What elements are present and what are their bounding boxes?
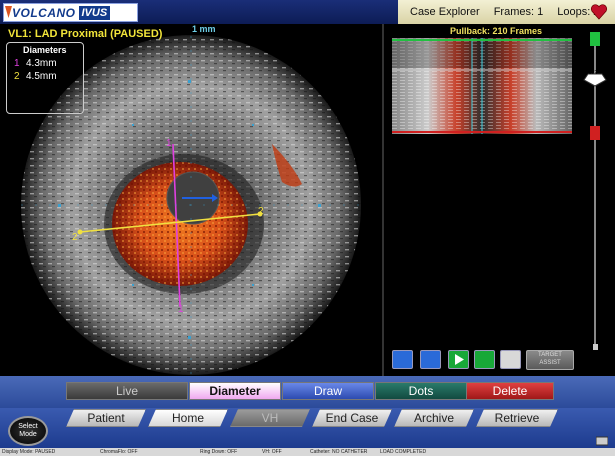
pullback-title: Pullback: 210 Frames — [450, 26, 543, 36]
book-icon[interactable] — [420, 350, 441, 369]
bookmark-icon[interactable] — [392, 350, 413, 369]
case-explorer-link[interactable]: Case Explorer — [410, 6, 480, 18]
diameter-index: 2 — [14, 71, 20, 82]
end-marker-icon[interactable] — [590, 126, 600, 140]
scale-label: 1 mm — [192, 24, 216, 34]
caliper-1-label-bottom: 1 — [178, 304, 184, 315]
vh-tab[interactable]: VH — [230, 409, 310, 427]
patient-tab[interactable]: Patient — [66, 409, 146, 427]
status-vh: VH: OFF — [262, 449, 282, 455]
status-bar: Display Mode: PAUSED ChromaFlo: OFF Ring… — [0, 448, 615, 456]
caliper-2-label-right: 2 — [258, 206, 264, 217]
diameter-row: 1 4.3mm — [14, 58, 57, 69]
status-load: LOAD COMPLETED — [380, 449, 427, 455]
status-ring-down: Ring Down: OFF — [200, 449, 238, 455]
status-catheter: Catheter: NO CATHETER — [310, 449, 368, 455]
caliper-2-label-left: 2 — [72, 232, 78, 243]
brand-name: VOLCANO — [12, 5, 76, 20]
diameter-index: 1 — [14, 58, 20, 69]
end-case-tab[interactable]: End Case — [312, 409, 392, 427]
heart-icon[interactable] — [590, 4, 608, 20]
status-display-mode: Display Mode: PAUSED — [2, 449, 56, 455]
vessel-title: VL1: LAD Proximal (PAUSED) — [8, 28, 163, 40]
start-marker-icon[interactable] — [590, 32, 600, 46]
case-info-bar: Case Explorer Frames: 1 Loops: 2 — [398, 0, 615, 24]
loop-icon[interactable] — [474, 350, 495, 369]
frame-marker-label: 0072 — [586, 70, 598, 76]
longitudinal-view[interactable] — [392, 38, 572, 134]
dots-button[interactable]: Dots — [375, 382, 467, 400]
live-button[interactable]: Live — [66, 382, 188, 400]
draw-button[interactable]: Draw — [282, 382, 374, 400]
retrieve-tab[interactable]: Retrieve — [476, 409, 558, 427]
compress-icon[interactable] — [500, 350, 521, 369]
diameters-panel: Diameters 1 4.3mm 2 4.5mm — [6, 42, 84, 114]
diameter-row: 2 4.5mm — [14, 71, 57, 82]
home-tab[interactable]: Home — [148, 409, 228, 427]
diameter-button[interactable]: Diameter — [189, 382, 281, 400]
frames-count: Frames: 1 — [493, 6, 544, 18]
status-chromaflo: ChromaFlo: OFF — [100, 449, 138, 455]
caliper-1-label-top: 1 — [166, 138, 172, 149]
frame-scrollbar[interactable] — [576, 24, 612, 376]
select-mode-button[interactable]: Select Mode — [8, 416, 48, 446]
diameter-value: 4.3mm — [26, 58, 57, 69]
brand-product: IVUS — [78, 5, 111, 20]
delete-button[interactable]: Delete — [466, 382, 554, 400]
keyboard-icon[interactable] — [596, 436, 608, 446]
volcano-logo: VOLCANO IVUS — [3, 3, 138, 22]
archive-tab[interactable]: Archive — [394, 409, 474, 427]
play-icon[interactable] — [448, 350, 469, 369]
target-assist-button[interactable]: TARGET ASSIST — [526, 350, 574, 370]
diameters-header: Diameters — [23, 45, 67, 55]
diameter-value: 4.5mm — [26, 71, 57, 82]
